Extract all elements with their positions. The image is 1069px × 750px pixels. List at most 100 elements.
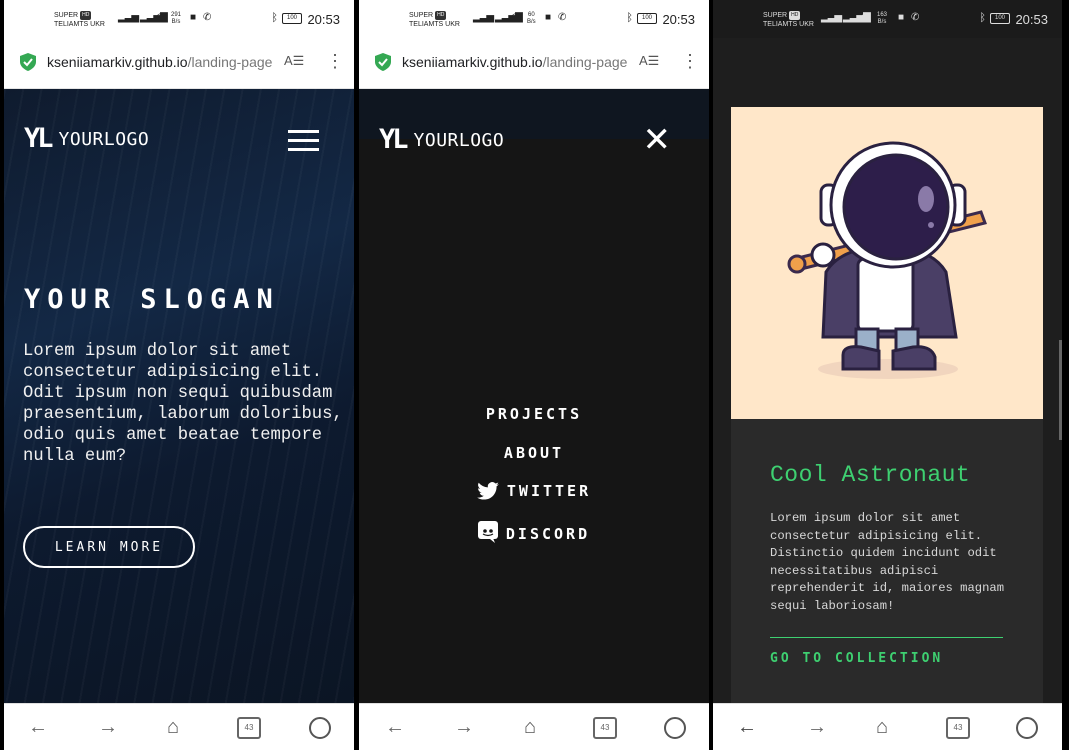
net-rate: 163 [877,12,888,18]
battery-icon: 100 [990,13,1010,24]
screen-collection-card: SUPER HD TELIAMTS UKR ▂▃▅ ▂▃▅▇ ◠ 163 B/s ■… [713,0,1062,750]
nav-item-discord[interactable]: DISCORD [359,521,709,543]
browser-bottom-nav: ← → ⌂ 43 [4,703,354,750]
video-call-icon: ■ [898,12,905,23]
home-icon[interactable]: ⌂ [524,716,536,738]
more-vert-icon[interactable]: ⋮ [326,51,344,71]
profile-icon[interactable] [664,717,686,739]
shield-check-icon [20,53,36,71]
astronaut-image [731,107,1043,419]
nav-item-label: PROJECTS [485,405,583,423]
browser-bottom-nav: ← → ⌂ 43 [713,703,1062,750]
forward-arrow-icon[interactable]: → [807,716,827,738]
astronaut-illustration [787,141,987,379]
browser-url-bar[interactable]: kseniiamarkiv.github.io/landing-page A☰ … [4,38,354,89]
logo-mark: YL [24,123,53,154]
forward-arrow-icon[interactable]: → [454,716,474,738]
signal-icon: ▂▃▅ [118,12,139,23]
url-path: /landing-page [542,54,627,70]
profile-icon[interactable] [1016,717,1038,739]
home-icon[interactable]: ⌂ [167,716,179,738]
url-domain: kseniiamarkiv.github.io [402,54,543,70]
profile-icon[interactable] [309,717,331,739]
carrier-name: SUPER [763,12,788,19]
discord-icon [477,521,498,543]
hd-badge: HD [789,11,801,20]
logo-mark: YL [379,124,408,155]
bluetooth-icon: ᛒ [979,12,986,24]
divider [770,637,1003,638]
bluetooth-icon: ᛒ [271,12,278,24]
url-text[interactable]: kseniiamarkiv.github.io/landing-page [402,54,627,70]
status-bar: SUPER HD TELIAMTS UKR ▂▃▅ ▂▃▅▇ ◠ 60 B/s ■ … [359,0,709,38]
hamburger-menu-icon[interactable] [288,130,319,157]
tabs-icon[interactable]: 43 [593,717,617,739]
nav-item-label: DISCORD [505,525,591,543]
tabs-icon[interactable]: 43 [237,717,261,739]
nav-item-twitter[interactable]: TWITTER [359,482,709,500]
nav-item-label: TWITTER [506,482,592,500]
go-to-collection-link[interactable]: GO TO COLLECTION [770,651,943,666]
net-rate: 291 [171,12,182,18]
wifi-icon: ◠ [156,12,165,23]
browser-bottom-nav: ← → ⌂ 43 [359,703,709,750]
status-bar: SUPER HD TELIAMTS UKR ▂▃▅ ▂▃▅▇ ◠ 163 B/s ■… [713,0,1062,38]
back-arrow-icon[interactable]: ← [737,716,757,738]
scrollbar[interactable] [1059,340,1062,440]
phone-icon: ✆ [911,12,920,23]
signal-icon: ▂▃▅ [473,12,494,23]
video-call-icon: ■ [190,12,197,23]
learn-more-button[interactable]: LEARN MORE [23,526,195,568]
back-arrow-icon[interactable]: ← [28,716,48,738]
phone-icon: ✆ [203,12,212,23]
battery-icon: 100 [637,13,657,24]
logo[interactable]: YL YOURLOGO [24,123,150,154]
nav-item-label: ABOUT [503,444,565,462]
carrier-name-2: TELIAMTS UKR [763,21,814,28]
logo-text: YOURLOGO [413,129,505,151]
screen-landing-hero: SUPER HD TELIAMTS UKR ▂▃▅ ▂▃▅▇ ◠ 291 B/s ■… [4,0,354,750]
nav-item-about[interactable]: ABOUT [359,444,709,462]
twitter-icon [477,482,499,500]
carrier-name-2: TELIAMTS UKR [54,21,105,28]
card-description: Lorem ipsum dolor sit amet consectetur a… [770,511,1005,613]
net-unit: B/s [171,19,181,25]
hd-badge: HD [435,11,447,20]
browser-url-bar[interactable]: kseniiamarkiv.github.io/landing-page A☰ … [359,38,709,89]
carrier-name: SUPER [409,12,434,19]
collection-card: Cool Astronaut Lorem ipsum dolor sit ame… [731,107,1043,709]
url-text[interactable]: kseniiamarkiv.github.io/landing-page [47,54,272,70]
reader-mode-icon[interactable]: A☰ [639,53,659,69]
close-icon[interactable]: ✕ [643,123,672,157]
card-title: Cool Astronaut [770,462,971,488]
back-arrow-icon[interactable]: ← [385,716,405,738]
hd-badge: HD [80,11,92,20]
logo[interactable]: YL YOURLOGO [379,124,505,155]
page-background: Cool Astronaut Lorem ipsum dolor sit ame… [713,38,1062,709]
carrier-name-2: TELIAMTS UKR [409,21,460,28]
tabs-icon[interactable]: 43 [946,717,970,739]
reader-mode-icon[interactable]: A☰ [284,53,304,69]
hero-slogan: YOUR SLOGAN [24,284,280,315]
net-unit: B/s [527,19,536,25]
bluetooth-icon: ᛒ [626,12,633,24]
logo-text: YOURLOGO [58,128,150,150]
shield-check-icon [375,53,391,71]
forward-arrow-icon[interactable]: → [98,716,118,738]
nav-item-projects[interactable]: PROJECTS [359,405,709,423]
battery-icon: 100 [282,13,302,24]
status-bar: SUPER HD TELIAMTS UKR ▂▃▅ ▂▃▅▇ ◠ 291 B/s ■… [4,0,354,38]
wifi-icon: ◠ [511,12,520,23]
clock: 20:53 [662,12,695,27]
wifi-icon: ◠ [861,12,870,23]
home-icon[interactable]: ⌂ [876,716,888,738]
carrier-name: SUPER [54,12,79,19]
hero-section: YL YOURLOGO YOUR SLOGAN Lorem ipsum dolo… [4,89,354,703]
screen-nav-menu: SUPER HD TELIAMTS UKR ▂▃▅ ▂▃▅▇ ◠ 60 B/s ■ … [359,0,709,750]
net-rate: 60 [527,12,535,18]
net-unit: B/s [877,19,887,25]
video-call-icon: ■ [545,12,552,23]
hero-text: Lorem ipsum dolor sit amet consectetur a… [23,342,343,466]
url-domain: kseniiamarkiv.github.io [47,54,188,70]
more-vert-icon[interactable]: ⋮ [681,51,699,71]
